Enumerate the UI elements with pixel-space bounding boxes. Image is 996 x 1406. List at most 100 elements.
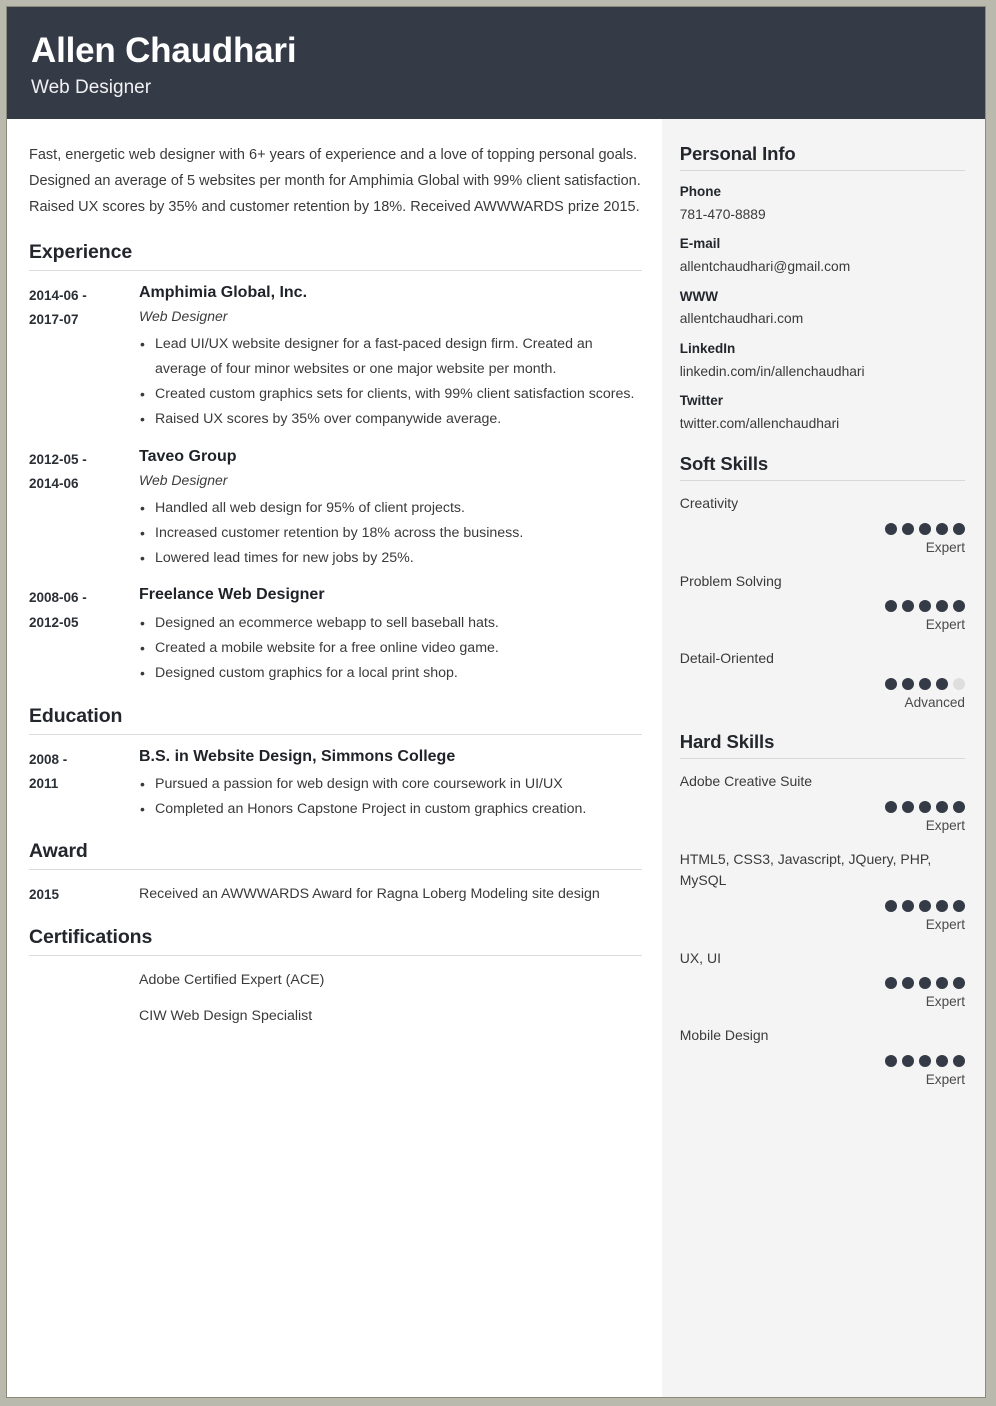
rating-dot-filled	[953, 899, 965, 912]
contact-label: E-mail	[679, 236, 721, 252]
rating-dot-filled	[936, 1054, 948, 1067]
certifications-list: Adobe Certified Expert (ACE) CIW Web Des…	[29, 968, 642, 1030]
date-end: 2014-06	[29, 476, 79, 492]
section-divider	[29, 869, 642, 871]
list-item: Raised UX scores by 35% over companywide…	[139, 407, 642, 432]
rating-dot-filled	[919, 800, 931, 813]
summary-paragraph: Fast, energetic web designer with 6+ yea…	[29, 143, 642, 220]
entry-dates: 2014-06 - 2017-07	[29, 283, 139, 433]
contact-value[interactable]: 781-470-8889	[680, 205, 965, 224]
section-heading-certifications: Certifications	[29, 925, 153, 948]
education-entry: 2008 - 2011 B.S. in Website Design, Simm…	[29, 747, 642, 823]
rating-dot-filled	[902, 1054, 914, 1067]
sidebar-heading-hard-skills: Hard Skills	[679, 731, 775, 753]
rating-dot-filled	[885, 977, 897, 990]
sidebar-column: Personal Info Phone 781-470-8889 E-mail …	[661, 119, 985, 1397]
resume-body: Fast, energetic web designer with 6+ yea…	[7, 119, 985, 1397]
date-start: 2012-05 -	[29, 451, 87, 467]
section-award: Award 2015 Received an AWWWARDS Award fo…	[29, 840, 642, 908]
rating-dot-filled	[953, 1054, 965, 1067]
list-item: Lowered lead times for new jobs by 25%.	[139, 546, 642, 571]
section-heading-award: Award	[29, 840, 88, 863]
rating-dot-filled	[936, 600, 948, 613]
contact-item-phone: Phone 781-470-8889	[680, 183, 965, 224]
skill-level-label: Expert	[925, 1071, 965, 1087]
list-item: Increased customer retention by 18% acro…	[139, 521, 642, 546]
entry-dates: 2012-05 - 2014-06	[29, 447, 139, 572]
date-start: 2015	[29, 887, 60, 903]
contact-item-email: E-mail allentchaudhari@gmail.com	[680, 235, 965, 276]
entry-bullet-list: Pursued a passion for web design with co…	[139, 772, 642, 823]
award-text: Received an AWWWARDS Award for Ragna Lob…	[139, 886, 600, 903]
rating-dot-filled	[919, 1054, 931, 1067]
date-start: 2008 -	[29, 751, 68, 767]
skill-name: HTML5, CSS3, Javascript, JQuery, PHP, My…	[679, 850, 932, 889]
skill-name: Problem Solving	[679, 572, 782, 589]
summary-line-3: Raised UX scores by 35% and customer ret…	[29, 198, 640, 215]
sidebar-section-personal-info: Personal Info Phone 781-470-8889 E-mail …	[679, 143, 965, 433]
rating-dot-filled	[902, 800, 914, 813]
rating-dot-filled	[885, 1054, 897, 1067]
list-item: Adobe Certified Expert (ACE)	[139, 971, 325, 988]
award-entry: 2015 Received an AWWWARDS Award for Ragn…	[29, 882, 642, 908]
summary-line-1: Fast, energetic web designer with 6+ yea…	[29, 147, 638, 164]
sidebar-section-hard-skills: Hard Skills Adobe Creative Suite Expert …	[679, 731, 965, 1088]
contact-value[interactable]: allentchaudhari.com	[680, 309, 965, 328]
skill-item: Creativity Expert	[680, 493, 965, 556]
sidebar-divider	[679, 170, 965, 172]
skill-rating-dots	[680, 899, 965, 912]
contact-value[interactable]: linkedin.com/in/allenchaudhari	[680, 362, 965, 381]
contact-item-twitter: Twitter twitter.com/allenchaudhari	[680, 392, 965, 433]
contact-value[interactable]: twitter.com/allenchaudhari	[680, 414, 965, 433]
rating-dot-filled	[936, 800, 948, 813]
rating-dot-filled	[885, 800, 897, 813]
section-experience: Experience 2014-06 - 2017-07 Amphimia Gl…	[29, 241, 642, 687]
entry-organization: Amphimia Global, Inc.	[139, 283, 308, 301]
skill-item: Adobe Creative Suite Expert	[680, 771, 965, 834]
rating-dot-filled	[936, 977, 948, 990]
contact-item-www: WWW allentchaudhari.com	[680, 288, 965, 329]
entry-body: Received an AWWWARDS Award for Ragna Lob…	[139, 882, 642, 908]
list-item: Pursued a passion for web design with co…	[139, 772, 642, 797]
rating-dot-filled	[885, 600, 897, 613]
entry-body: Taveo Group Web Designer Handled all web…	[139, 447, 642, 572]
skill-rating-dots	[680, 600, 965, 613]
rating-dot-filled	[902, 899, 914, 912]
sidebar-divider	[679, 758, 965, 760]
list-item: Handled all web design for 95% of client…	[139, 496, 642, 521]
date-start: 2008-06 -	[29, 590, 87, 606]
rating-dot-filled	[936, 899, 948, 912]
entry-organization: Freelance Web Designer	[139, 586, 325, 604]
rating-dot-filled	[885, 522, 897, 535]
rating-dot-filled	[919, 522, 931, 535]
rating-dot-filled	[953, 522, 965, 535]
skill-item: Detail-Oriented Advanced	[680, 648, 965, 711]
rating-dot-filled	[953, 800, 965, 813]
list-item: Designed an ecommerce webapp to sell bas…	[139, 611, 642, 636]
section-divider	[29, 269, 642, 271]
skill-name: Adobe Creative Suite	[679, 773, 813, 790]
date-end: 2017-07	[29, 312, 79, 328]
section-divider	[29, 954, 642, 956]
contact-value[interactable]: allentchaudhari@gmail.com	[680, 257, 965, 276]
entry-dates: 2015	[29, 882, 139, 908]
experience-entry: 2014-06 - 2017-07 Amphimia Global, Inc. …	[29, 283, 642, 433]
experience-entry: 2008-06 - 2012-05 Freelance Web Designer…	[29, 585, 642, 686]
sidebar-divider	[679, 480, 965, 482]
rating-dot-filled	[919, 677, 931, 690]
sidebar-section-soft-skills: Soft Skills Creativity Expert Problem So…	[679, 453, 965, 711]
entry-role: Web Designer	[139, 471, 228, 488]
skill-level-label: Advanced	[904, 694, 965, 710]
list-item: Created custom graphics sets for clients…	[139, 382, 642, 407]
rating-dot-filled	[953, 600, 965, 613]
list-item: CIW Web Design Specialist	[139, 1008, 313, 1025]
skill-name: Mobile Design	[679, 1027, 769, 1043]
contact-label: WWW	[679, 288, 718, 304]
entry-bullet-list: Designed an ecommerce webapp to sell bas…	[139, 611, 642, 687]
summary-line-2: Designed an average of 5 websites per mo…	[29, 172, 641, 189]
entry-body: Amphimia Global, Inc. Web Designer Lead …	[139, 283, 642, 433]
date-end: 2011	[29, 776, 59, 792]
rating-dot-filled	[902, 522, 914, 535]
entry-dates: 2008 - 2011	[29, 747, 139, 823]
skill-name: Detail-Oriented	[679, 649, 774, 666]
